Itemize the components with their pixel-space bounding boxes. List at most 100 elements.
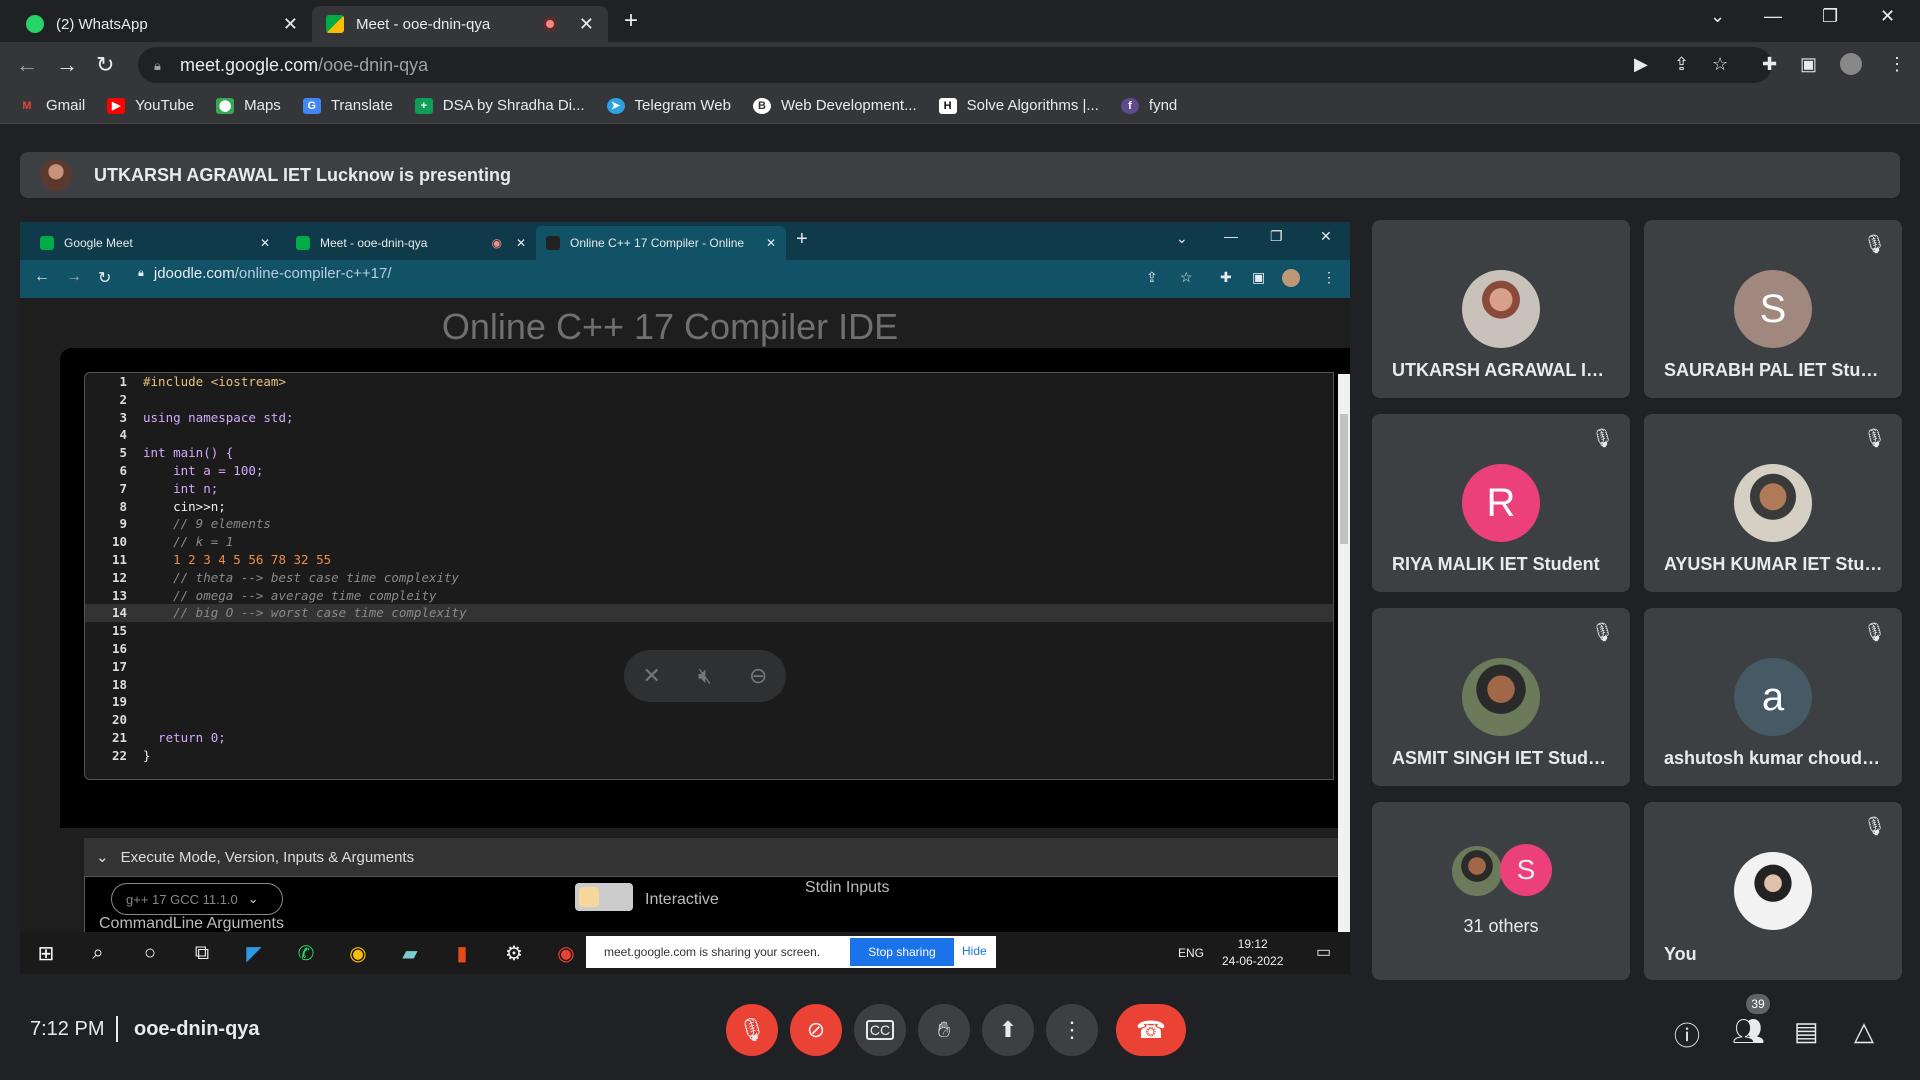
- bookmark-fynd[interactable]: f fynd: [1120, 97, 1177, 114]
- fynd-icon: f: [1120, 97, 1139, 114]
- gmail-icon: M: [22, 99, 32, 112]
- line-number: 17: [111, 658, 127, 674]
- bookmark-dsa[interactable]: + DSA by Shradha Di...: [414, 97, 585, 114]
- chrome-icon: ◉: [557, 942, 575, 965]
- line-number: 5: [119, 445, 127, 461]
- code-line: 9 // 9 elements: [85, 515, 1333, 533]
- bookmark-youtube[interactable]: ▶ YouTube: [107, 97, 194, 114]
- bookmark-gmail[interactable]: M Gmail: [18, 97, 85, 114]
- code-text: int a = 100;: [143, 462, 264, 478]
- leave-call-button[interactable]: ☎︎: [1116, 1004, 1186, 1056]
- extensions-icon[interactable]: ✚: [1762, 54, 1777, 75]
- bookmark-label: Translate: [330, 97, 393, 114]
- menu-icon[interactable]: ⋮: [1888, 54, 1906, 75]
- share-icon[interactable]: ⇪: [1674, 54, 1689, 75]
- camera-button[interactable]: ⊘: [790, 1004, 842, 1056]
- minimize-icon[interactable]: —: [1764, 6, 1782, 27]
- line-number: 21: [111, 729, 127, 745]
- tab-meet[interactable]: Meet - ooe-dnin-qya ✕: [312, 6, 608, 42]
- code-text: int main() {: [143, 445, 234, 461]
- avatar: [1452, 846, 1502, 896]
- participant-name: RIYA MALIK IET Student: [1392, 554, 1600, 574]
- more-options-button[interactable]: ⋮: [1046, 1004, 1098, 1056]
- new-tab-icon[interactable]: +: [624, 6, 638, 36]
- forward-icon[interactable]: →: [56, 52, 78, 78]
- tab-whatsapp[interactable]: (2) WhatsApp ✕: [12, 6, 312, 42]
- restore-icon: ❐: [1270, 228, 1283, 244]
- activities-button[interactable]: △: [1854, 1016, 1874, 1047]
- menu-icon: ⋮: [1322, 269, 1336, 285]
- profile-avatar[interactable]: [1840, 53, 1862, 75]
- participant-tile[interactable]: 🎙︎ R RIYA MALIK IET Student: [1372, 414, 1630, 592]
- bookmark-webdev[interactable]: B Web Development...: [752, 97, 917, 114]
- interactive-label: Interactive: [645, 891, 719, 908]
- restore-icon[interactable]: ❐: [1822, 6, 1838, 27]
- code-line: 5 int main() {: [85, 444, 1333, 462]
- bookmark-hackerrank[interactable]: H Solve Algorithms |...: [938, 97, 1099, 114]
- close-icon[interactable]: ✕: [283, 14, 298, 35]
- webdev-icon: B: [752, 97, 771, 114]
- translate-icon: G: [302, 97, 321, 114]
- code-line: 6 int a = 100;: [85, 462, 1333, 480]
- bookmark-translate[interactable]: G Translate: [302, 97, 393, 114]
- exec-section-header: ⌄ Execute Mode, Version, Inputs & Argume…: [84, 838, 1350, 876]
- forward-icon: →: [66, 268, 82, 285]
- side-panel-icon[interactable]: ▣: [1800, 54, 1817, 75]
- participant-tile[interactable]: 🎙︎ S SAURABH PAL IET Stude...: [1644, 220, 1902, 398]
- avatar: S: [1500, 844, 1552, 896]
- others-count: 31 others: [1463, 916, 1539, 936]
- meet-icon: [326, 15, 344, 33]
- participant-tile[interactable]: 🎙︎ a ashutosh kumar choudh...: [1644, 608, 1902, 786]
- tab-search-icon[interactable]: ⌄: [1710, 6, 1725, 27]
- maps-icon: ⬤: [216, 97, 235, 114]
- line-number: 12: [111, 569, 127, 585]
- self-tile[interactable]: 🎙︎ You: [1644, 802, 1902, 980]
- participant-tile[interactable]: UTKARSH AGRAWAL IET...: [1372, 220, 1630, 398]
- participant-tile[interactable]: 🎙︎ ASMIT SINGH IET Student: [1372, 608, 1630, 786]
- others-tile[interactable]: S 31 others: [1372, 802, 1630, 980]
- shared-toolbar: ← → ↻ 🔒︎ jdoodle.com /online-compiler-c+…: [20, 260, 1350, 298]
- raise-hand-button[interactable]: ✋︎: [918, 1004, 970, 1056]
- telegram-icon: ➤: [606, 97, 625, 114]
- address-bar[interactable]: 🔒︎ meet.google.com /ooe-dnin-qya: [138, 47, 1772, 83]
- pin-off-icon: ✕: [642, 663, 661, 688]
- star-icon[interactable]: ☆: [1712, 54, 1728, 75]
- url-path: /online-compiler-c++17/: [234, 265, 392, 282]
- meet-control-bar: 7:12 PM ooe-dnin-qya 🎙︎ ⊘ CC ✋︎ ⬆ ⋮ ☎︎ ⓘ…: [0, 990, 1920, 1080]
- reload-icon: ↻: [98, 270, 112, 287]
- share-notice-bar: meet.google.com is sharing your screen. …: [586, 936, 996, 968]
- more-vert-icon: ⋮: [1061, 1017, 1083, 1042]
- bookmark-label: DSA by Shradha Di...: [442, 97, 585, 114]
- avatar: S: [1734, 270, 1812, 348]
- code-text: 1 2 3 4 5 56 78 32 55: [143, 551, 332, 567]
- bookmark-telegram[interactable]: ➤ Telegram Web: [606, 97, 731, 114]
- line-number: 11: [111, 551, 127, 567]
- chat-button[interactable]: ▤: [1794, 1016, 1819, 1047]
- star-icon: ☆: [1180, 269, 1193, 285]
- participant-tile[interactable]: 🎙︎ AYUSH KUMAR IET Stud...: [1644, 414, 1902, 592]
- line-number: 2: [119, 391, 127, 407]
- captions-button[interactable]: CC: [854, 1004, 906, 1056]
- editor-container: 1 #include <iostream> 2 3 using namespace st…: [60, 348, 1350, 828]
- camera-icon[interactable]: ▶︎: [1634, 54, 1648, 75]
- people-button[interactable]: 👥︎: [1732, 1016, 1765, 1047]
- code-text: }: [143, 747, 151, 763]
- reload-icon[interactable]: ↻: [96, 52, 114, 78]
- close-window-icon[interactable]: ✕: [1880, 6, 1895, 27]
- bookmark-label: Gmail: [46, 97, 86, 114]
- code-text: #include <iostream>: [143, 374, 286, 389]
- tab-label: Online C++ 17 Compiler - Online: [570, 236, 745, 250]
- avatar: a: [1734, 658, 1812, 736]
- meeting-time: 7:12 PM: [30, 1018, 105, 1040]
- meeting-details-button[interactable]: ⓘ: [1674, 1016, 1700, 1053]
- code-line: 8 cin>>n;: [85, 498, 1333, 516]
- mic-button[interactable]: 🎙︎: [726, 1004, 778, 1056]
- chrome-icon: ◉: [349, 942, 367, 965]
- notification-icon: ▭: [1316, 944, 1332, 961]
- present-button[interactable]: ⬆: [982, 1004, 1034, 1056]
- lock-icon: 🔒︎: [138, 267, 144, 279]
- task-view-icon: ⧉: [194, 941, 210, 964]
- back-icon[interactable]: ←: [16, 52, 38, 78]
- bookmark-maps[interactable]: ⬤ Maps: [216, 97, 281, 114]
- close-icon[interactable]: ✕: [579, 14, 594, 35]
